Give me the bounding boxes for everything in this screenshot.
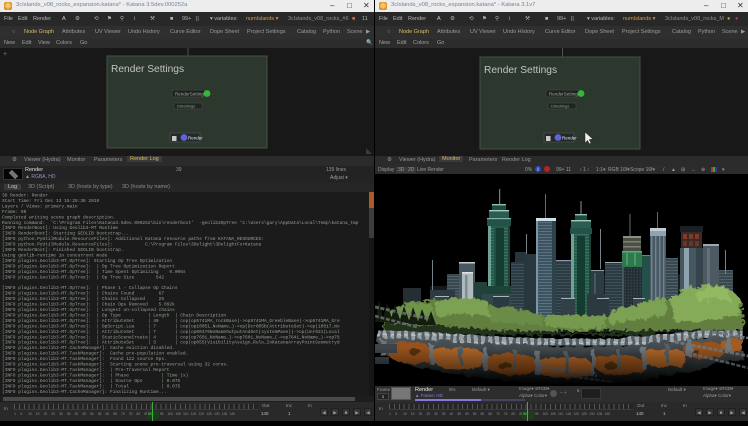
svg-text:RenderSettings: RenderSettings: [175, 92, 207, 97]
svg-text:Render Settings: Render Settings: [111, 64, 184, 75]
svg-text:RenderSettings: RenderSettings: [549, 92, 581, 97]
svg-text:Render: Render: [562, 136, 577, 141]
svg-text:DlSettings: DlSettings: [177, 104, 195, 109]
svg-text:Render: Render: [188, 136, 203, 141]
svg-text:+: +: [3, 51, 7, 58]
svg-text:DlSettings: DlSettings: [551, 104, 569, 109]
svg-text:Render Settings: Render Settings: [484, 65, 557, 76]
